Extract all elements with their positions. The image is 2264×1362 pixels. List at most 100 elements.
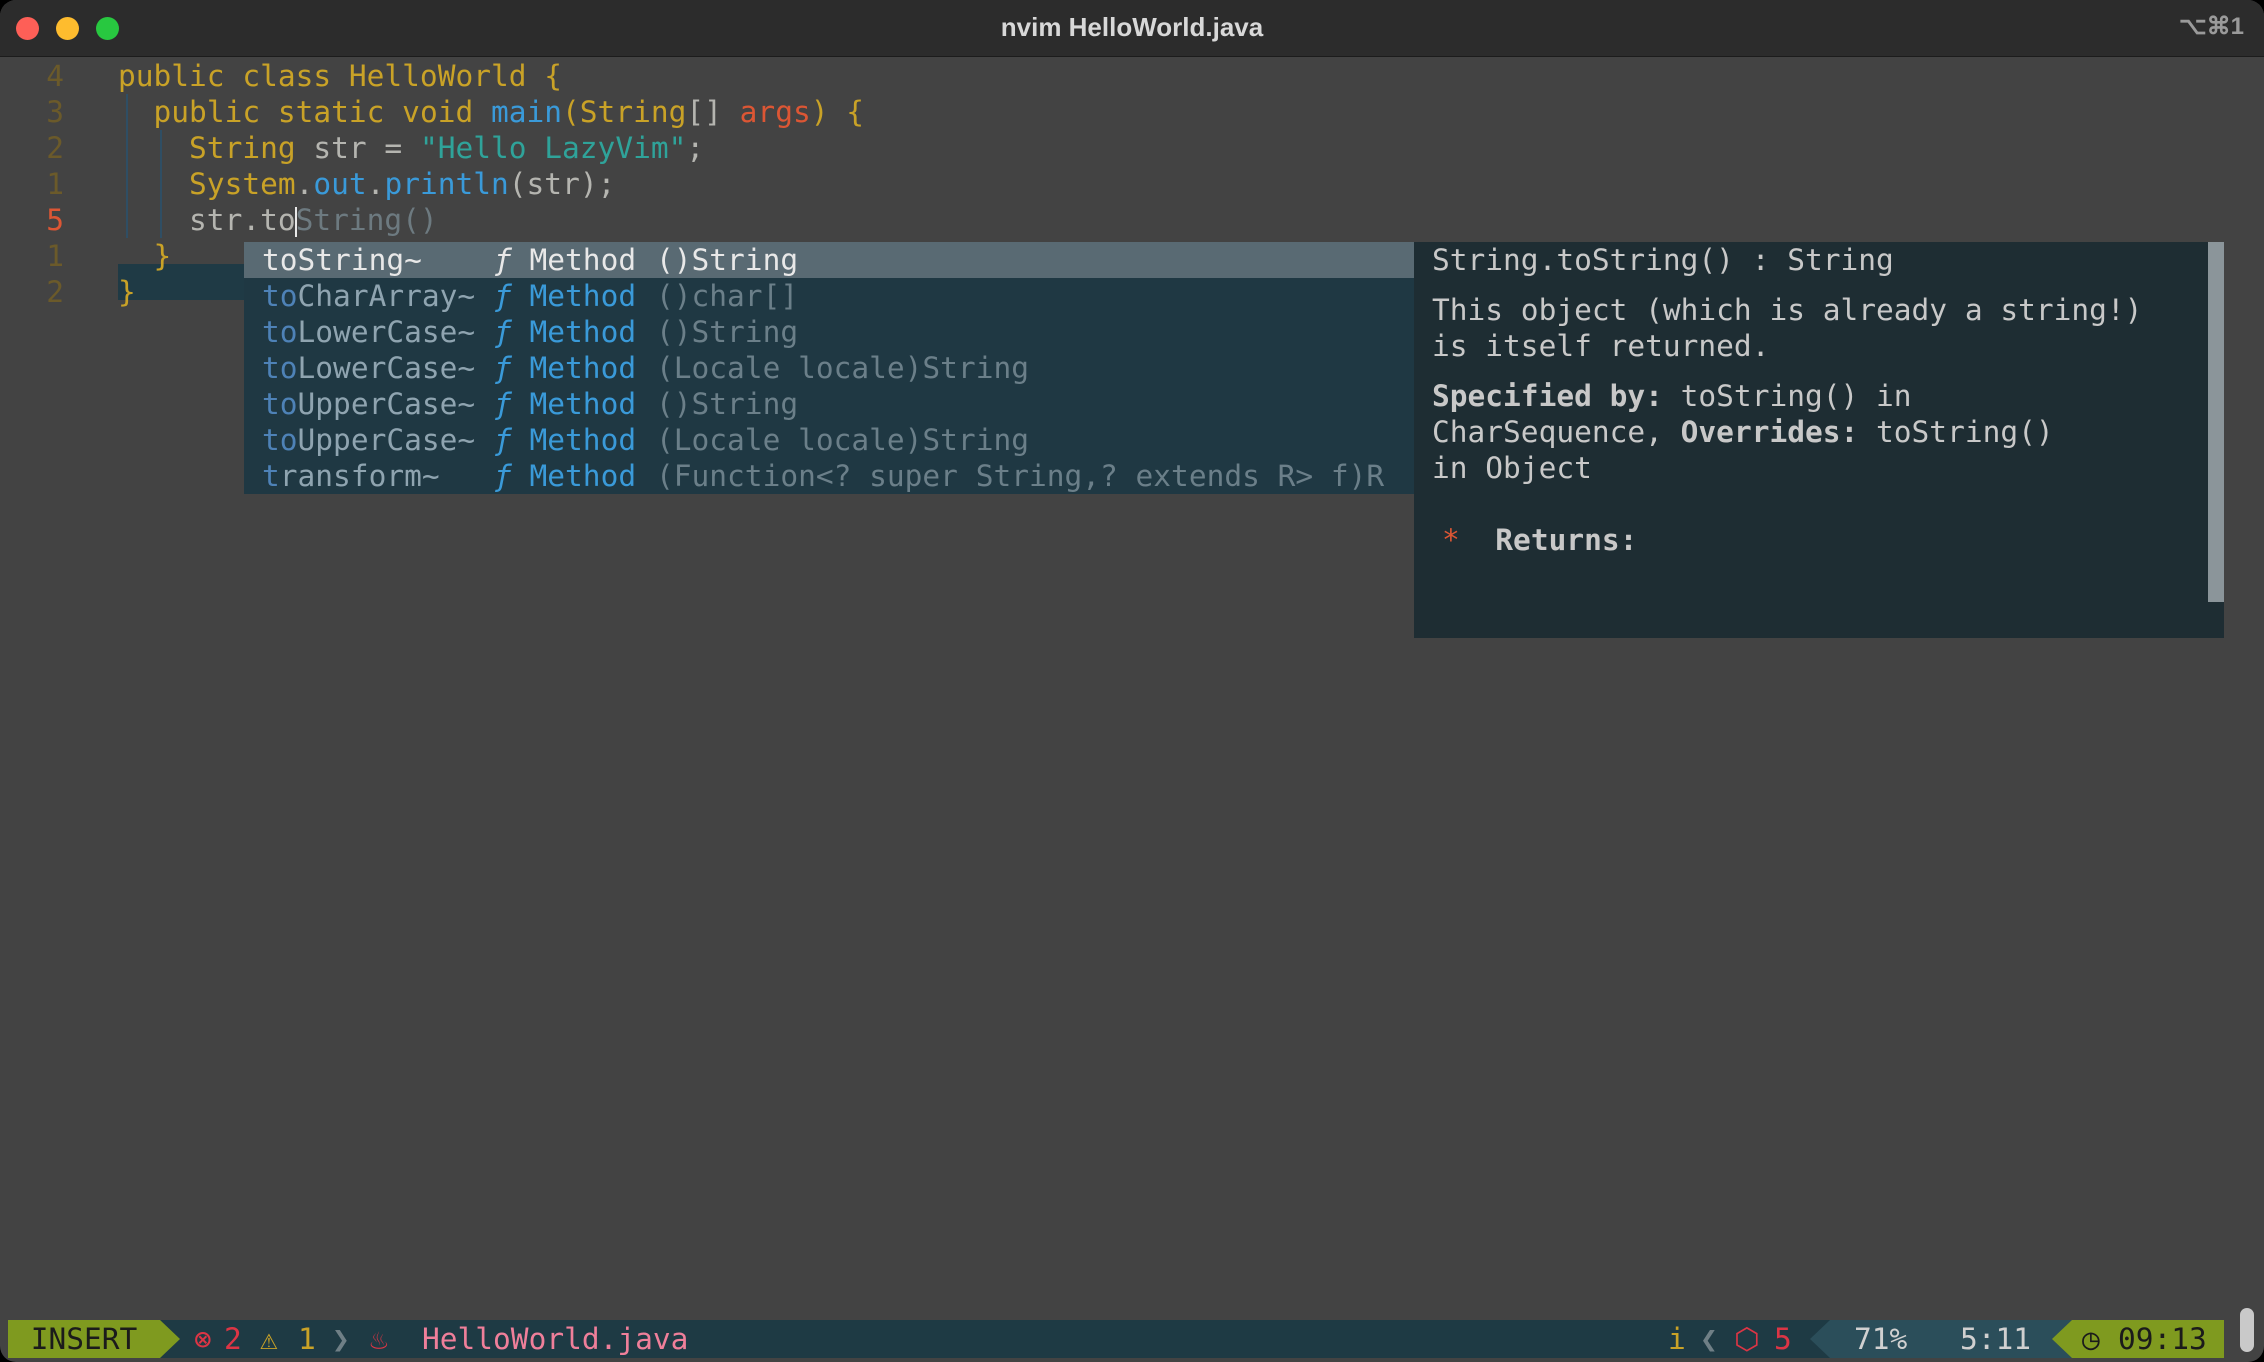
doc-specified-text: toString() in [1662, 379, 1912, 413]
completion-rest: UpperCase~ [297, 423, 476, 457]
doc-description-line: is itself returned. [1432, 329, 1770, 363]
completion-menu[interactable]: toString~ ƒ Method ()String toCharArray~ ƒ M… [244, 242, 1414, 494]
terminal-window: nvim HelloWorld.java ⌥⌘1 4 public class H… [0, 0, 2264, 1362]
completion-item[interactable]: toUpperCase~ ƒ Method ()String [244, 386, 1414, 422]
completion-match: t [262, 459, 280, 493]
line-number: 1 [46, 167, 64, 201]
code-token: ) { [810, 95, 865, 129]
code-token: String [189, 131, 296, 165]
completion-rest: UpperCase~ [297, 387, 476, 421]
completion-item[interactable]: toUpperCase~ ƒ Method (Locale locale)Strin… [244, 422, 1414, 458]
line-number: 5 [46, 203, 64, 237]
code-text[interactable]: } [118, 238, 172, 274]
line-number: 1 [46, 239, 64, 273]
scroll-percent: 71% [1854, 1322, 1908, 1356]
completion-item[interactable]: toCharArray~ ƒ Method ()char[] [244, 278, 1414, 314]
doc-specified-label: Specified by: [1432, 379, 1663, 413]
completion-kind: ƒ Method [494, 350, 636, 386]
doc-overrides-prefix: CharSequence, [1432, 415, 1681, 449]
window-title: nvim HelloWorld.java [1000, 12, 1264, 42]
code-token: out [313, 167, 367, 201]
line-number: 3 [46, 95, 64, 129]
method-icon: ƒ [494, 243, 512, 277]
code-text[interactable]: public static void main(String[] args) { [118, 94, 864, 130]
completion-signature: ()String [656, 387, 799, 421]
completion-kind: ƒ Method [494, 422, 636, 458]
warning-count: 1 [298, 1322, 316, 1356]
info-indicator: i [1668, 1322, 1686, 1356]
completion-label: toLowerCase~ [262, 314, 475, 350]
doc-bullet-star: * [1442, 523, 1460, 557]
completion-kind: ƒ Method [494, 386, 636, 422]
status-filename: HelloWorld.java [422, 1322, 689, 1356]
completion-item[interactable]: toLowerCase~ ƒ Method (Locale locale)Strin… [244, 350, 1414, 386]
completion-rest: String~ [297, 243, 422, 277]
clock-separator [2052, 1320, 2072, 1358]
completion-match: to [262, 387, 298, 421]
code-token: { [526, 59, 563, 93]
doc-overrides-label: Overrides: [1680, 415, 1859, 449]
completion-kind: ƒ Method [494, 242, 636, 278]
cursor-position: 5:11 [1960, 1322, 2032, 1356]
documentation-popup: String.toString() : String This object (… [1414, 242, 2224, 638]
code-line[interactable]: 4 public class HelloWorld { [0, 58, 2234, 94]
clock-icon: ◷ [2082, 1322, 2100, 1356]
code-line[interactable]: 5 str.toString() [0, 202, 2234, 238]
code-token: HelloWorld [348, 59, 527, 93]
doc-header: String.toString() : String [1432, 243, 1894, 277]
completion-match: to [262, 423, 298, 457]
code-line[interactable]: 3 public static void main(String[] args)… [0, 94, 2234, 130]
completion-label: toCharArray~ [262, 278, 475, 314]
doc-description-line: This object (which is already a string!) [1432, 293, 2143, 327]
code-token: (str); [508, 167, 616, 201]
completion-signature: ()char[] [656, 279, 799, 313]
completion-match: to [262, 279, 298, 313]
method-icon: ƒ [494, 279, 512, 313]
code-line[interactable]: 1 System.out.println(str); [0, 166, 2234, 202]
code-line[interactable]: 2 String str = "Hello LazyVim"; [0, 130, 2234, 166]
completion-kind: ƒ Method [494, 278, 636, 314]
line-number: 4 [46, 59, 64, 93]
completion-match: to [262, 315, 298, 349]
completion-item[interactable]: transform~ ƒ Method (Function<? super Stri… [244, 458, 1414, 494]
code-text[interactable]: String str = "Hello LazyVim"; [118, 130, 704, 166]
code-text[interactable]: str.toString() [118, 202, 438, 238]
title-bar: nvim HelloWorld.java ⌥⌘1 [0, 0, 2264, 57]
code-text[interactable]: } [118, 274, 136, 310]
code-token: System [189, 167, 296, 201]
code-token: } [118, 239, 172, 273]
completion-kind-label: Method [511, 243, 637, 277]
method-icon: ƒ [494, 351, 512, 385]
completion-kind-label: Method [511, 423, 637, 457]
doc-scrollbar-thumb[interactable] [2208, 242, 2224, 602]
doc-returns-label: Returns: [1495, 523, 1638, 557]
doc-specified-by: Specified by: toString() in [1432, 378, 1912, 414]
code-token: str = [295, 131, 420, 165]
chevron-right-icon: ❯ [332, 1322, 350, 1356]
package-count: 5 [1774, 1322, 1792, 1356]
completion-signature: (Locale locale)String [656, 423, 1029, 457]
doc-overrides-text: toString() [1858, 415, 2054, 449]
completion-label: toLowerCase~ [262, 350, 475, 386]
error-count: 2 [224, 1322, 242, 1356]
doc-overrides: CharSequence, Overrides: toString() [1432, 414, 2054, 450]
code-token: main [490, 95, 563, 129]
code-text[interactable]: System.out.println(str); [118, 166, 615, 202]
completion-rest: LowerCase~ [297, 351, 476, 385]
code-token: str.to [118, 203, 296, 237]
completion-kind-label: Method [511, 315, 637, 349]
completion-item[interactable]: toString~ ƒ Method ()String [244, 242, 1414, 278]
completion-rest: CharArray~ [297, 279, 476, 313]
code-token: . [366, 167, 385, 201]
code-text[interactable]: public class HelloWorld { [118, 58, 562, 94]
completion-item[interactable]: toLowerCase~ ƒ Method ()String [244, 314, 1414, 350]
window-scrollbar[interactable] [2240, 1308, 2254, 1352]
line-number: 2 [46, 131, 64, 165]
progress-separator [1810, 1320, 1830, 1358]
completion-signature: (Locale locale)String [656, 351, 1029, 385]
code-token: [] [686, 95, 740, 129]
error-icon: ⊗ [194, 1322, 212, 1356]
completion-signature: (Function<? super String,? extends R> f)… [656, 459, 1385, 493]
completion-match: to [262, 243, 298, 277]
